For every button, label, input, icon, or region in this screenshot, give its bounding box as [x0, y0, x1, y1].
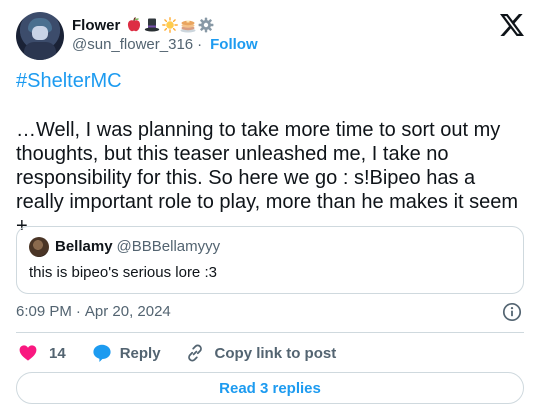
heart-icon — [19, 345, 37, 361]
avatar-body — [24, 42, 56, 60]
quoted-author-name: Bellamy — [55, 238, 113, 255]
author-handle[interactable]: @sun_flower_316 — [72, 36, 193, 53]
post-date: Apr 20, 2024 — [84, 303, 171, 320]
quoted-post[interactable]: Bellamy @BBBellamyyy this is bipeo's ser… — [16, 226, 524, 294]
top-hat-icon — [145, 18, 160, 32]
quoted-post-text: this is bipeo's serious lore :3 — [29, 264, 217, 281]
post-time: 6:09 PM — [16, 303, 72, 320]
quoted-author-avatar — [29, 237, 49, 257]
post-actions: 14 Reply Copy link to post — [16, 342, 336, 364]
read-replies-button[interactable]: Read 3 replies — [16, 372, 524, 404]
pancakes-icon — [180, 20, 196, 33]
sun-icon — [162, 17, 179, 33]
apple-icon — [128, 17, 141, 32]
author-name-row: Flower — [72, 15, 214, 35]
name-emojis — [126, 17, 214, 33]
link-icon — [187, 344, 202, 362]
post-text: …Well, I was planning to take more time … — [16, 119, 519, 237]
gear-icon — [198, 17, 214, 33]
timestamp-separator: · — [75, 303, 81, 320]
quoted-author-handle: @BBBellamyyy — [116, 238, 221, 255]
post-timestamp[interactable]: 6:09 PM · Apr 20, 2024 — [16, 303, 171, 320]
follow-button[interactable]: Follow — [210, 36, 258, 53]
copy-link-button[interactable]: Copy link to post — [185, 343, 337, 363]
like-button[interactable]: 14 — [18, 343, 66, 363]
hashtag-link[interactable]: #ShelterMC — [16, 70, 122, 93]
reply-bubble-icon — [93, 344, 111, 362]
info-icon[interactable] — [502, 302, 522, 322]
reply-label: Reply — [119, 344, 161, 362]
author-display-name[interactable]: Flower — [72, 17, 120, 34]
handle-separator: · — [197, 36, 203, 53]
author-avatar[interactable] — [16, 12, 64, 60]
avatar-face — [32, 26, 48, 40]
author-handle-row: @sun_flower_316 · Follow — [72, 36, 258, 53]
quoted-author-row: Bellamy @BBBellamyyy — [55, 238, 220, 255]
embedded-post-card: Flower @sun_flower_316 · Follow #Shelter… — [0, 0, 540, 419]
reply-button[interactable]: Reply — [92, 343, 161, 363]
copy-link-label: Copy link to post — [214, 344, 337, 362]
divider — [16, 332, 524, 333]
x-logo-icon[interactable] — [500, 14, 524, 36]
like-count: 14 — [49, 344, 66, 362]
